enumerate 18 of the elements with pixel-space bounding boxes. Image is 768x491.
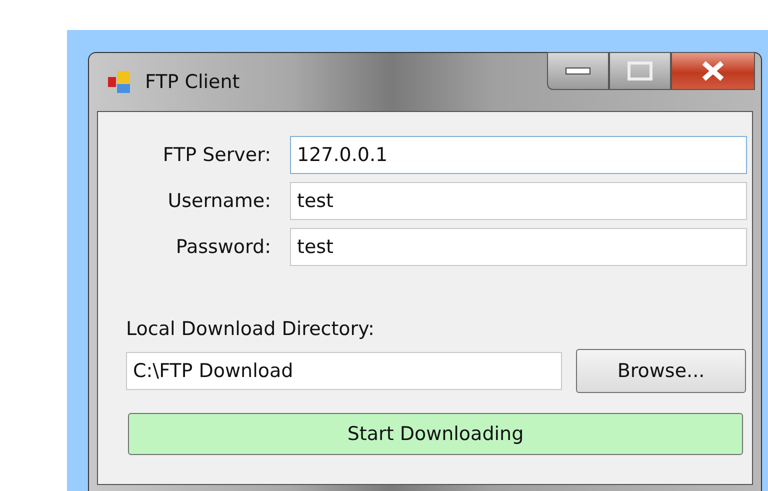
input-field[interactable]: test: [290, 182, 747, 220]
window-title: FTP Client: [145, 71, 240, 93]
field-label: FTP Server:: [162, 144, 272, 166]
maximize-icon: [627, 61, 653, 81]
close-icon: [701, 61, 725, 81]
close-button[interactable]: [671, 52, 755, 90]
input-field[interactable]: C:\FTP Download: [126, 352, 562, 390]
field-label: Password:: [174, 236, 272, 258]
start-button[interactable]: Start Downloading: [128, 413, 743, 455]
maximize-button[interactable]: [609, 52, 671, 90]
browse-button[interactable]: Browse...: [576, 349, 746, 393]
minimize-icon: [565, 67, 591, 75]
field-label: Username:: [166, 190, 272, 212]
input-field[interactable]: 127.0.0.1: [290, 136, 747, 174]
app-icon: [107, 69, 133, 95]
input-field[interactable]: test: [290, 228, 747, 266]
minimize-button[interactable]: [547, 52, 609, 90]
field-label: Local Download Directory:: [126, 318, 376, 340]
